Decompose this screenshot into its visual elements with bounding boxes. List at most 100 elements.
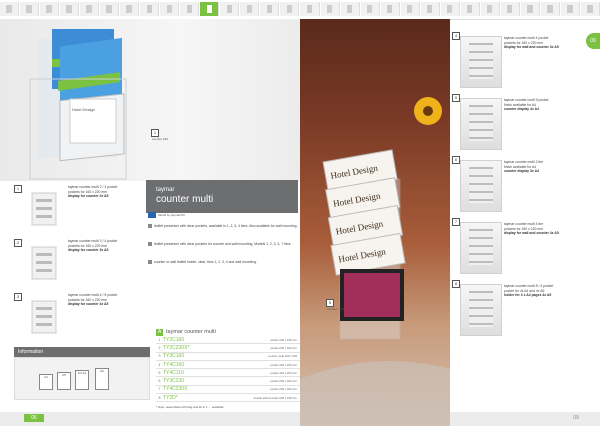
brand-name: taymar bbox=[156, 187, 175, 193]
page-thumbnail[interactable] bbox=[140, 2, 160, 16]
section-tab[interactable]: 09 bbox=[586, 33, 600, 49]
page-thumbnail[interactable] bbox=[220, 2, 240, 16]
table-row[interactable]: 3 TY3C160 counter multi 160 x 220 bbox=[156, 353, 300, 361]
bullet-icon bbox=[148, 242, 152, 246]
bullet-icon bbox=[148, 260, 152, 264]
page-thumbnail[interactable] bbox=[520, 2, 540, 16]
size-a4: A4 bbox=[39, 374, 53, 390]
product-title-block: taymar counter multi bbox=[146, 180, 298, 213]
size-third-a4: 1/3 A4 bbox=[75, 370, 89, 390]
table-row[interactable]: 4 TY4C160 pocket 160 x 220 mm bbox=[156, 361, 300, 370]
page-thumbnail[interactable] bbox=[20, 2, 40, 16]
thumbnail-strip bbox=[0, 0, 600, 20]
page-thumbnail[interactable] bbox=[580, 2, 600, 16]
information-box: A4 A5 1/3 A4 A6 bbox=[14, 357, 150, 400]
size-a6: A6 bbox=[95, 368, 109, 390]
product-image bbox=[460, 98, 502, 150]
item-desc: taymar counter multi 4 pocket pockets fo… bbox=[504, 36, 559, 49]
page-thumbnail[interactable] bbox=[200, 2, 220, 16]
leaflet-display-illustration: Hotel Design bbox=[29, 29, 127, 180]
page-thumbnail[interactable] bbox=[400, 2, 420, 16]
size-a5: A5 bbox=[57, 372, 71, 390]
page-number-right: 09 bbox=[573, 415, 579, 421]
product-item-7[interactable]: 7 taymar counter multi 4 tier pockets fo… bbox=[452, 216, 582, 274]
hero-caption: counter 160 bbox=[152, 137, 168, 141]
table-row[interactable]: 1 TY2C160 pocket 160 x 220 mm bbox=[156, 336, 300, 345]
variant-3[interactable]: 3 taymar counter multi 4 / 5 pocket pock… bbox=[14, 291, 144, 341]
product-image bbox=[460, 160, 502, 212]
variant-badge: 2 bbox=[14, 239, 22, 247]
page-thumbnail[interactable] bbox=[560, 2, 580, 16]
table-row[interactable]: 5 TY4C110 pocket 110 x 220 mm bbox=[156, 369, 300, 378]
variant-desc: taymar counter multi 2 / 3 pocket pocket… bbox=[68, 185, 118, 198]
product-item-8[interactable]: 8 taymar counter multi 8 / 4 pocket pock… bbox=[452, 278, 582, 336]
table-title: taymar counter multi bbox=[166, 329, 216, 335]
page-thumbnail[interactable] bbox=[340, 2, 360, 16]
product-table: A taymar counter multi 1 TY2C160 pocket 16… bbox=[156, 328, 300, 409]
page-thumbnail[interactable] bbox=[380, 2, 400, 16]
center-badge: 5 bbox=[326, 299, 334, 307]
page-thumbnail[interactable] bbox=[60, 2, 80, 16]
page-thumbnail[interactable] bbox=[460, 2, 480, 16]
item-badge: 8 bbox=[452, 280, 460, 288]
logo-icon bbox=[148, 212, 156, 218]
hero-badge: 1 bbox=[151, 129, 159, 137]
table-row[interactable]: 8 TY2D* double sided pocket 160 x 220 mm bbox=[156, 394, 300, 403]
page-thumbnail[interactable] bbox=[280, 2, 300, 16]
item-badge: 7 bbox=[452, 218, 460, 226]
table-header: A taymar counter multi bbox=[156, 328, 300, 336]
variant-1[interactable]: 1 taymar counter multi 2 / 3 pocket pock… bbox=[14, 183, 144, 233]
item-desc: taymar counter multi 8 / 4 pocket pocket… bbox=[504, 284, 554, 297]
paragraph-3: counter or wall leaflet holder, clear, t… bbox=[148, 260, 298, 265]
page-thumbnail[interactable] bbox=[240, 2, 260, 16]
page-thumbnail[interactable] bbox=[260, 2, 280, 16]
page-thumbnail[interactable] bbox=[500, 2, 520, 16]
item-badge: 6 bbox=[452, 156, 460, 164]
page-thumbnail[interactable] bbox=[320, 2, 340, 16]
page-thumbnail[interactable] bbox=[360, 2, 380, 16]
center-caption: counter multi bbox=[327, 307, 345, 311]
product-image bbox=[460, 222, 502, 274]
paragraph-2: leaflet presentoir with clear pockets fo… bbox=[148, 242, 298, 247]
page-thumbnail[interactable] bbox=[480, 2, 500, 16]
page-thumbnail[interactable] bbox=[540, 2, 560, 16]
variant-2[interactable]: 2 taymar counter multi 3 / 4 pocket pock… bbox=[14, 237, 144, 287]
page-thumbnail[interactable] bbox=[300, 2, 320, 16]
item-desc: taymar counter multi 3 tier finish avail… bbox=[504, 160, 544, 173]
product-image bbox=[460, 284, 502, 336]
page-thumbnail[interactable] bbox=[40, 2, 60, 16]
page-thumbnail[interactable] bbox=[180, 2, 200, 16]
hero-photo-center: Hotel Design Hotel Design Hotel Design H… bbox=[300, 19, 450, 426]
variant-desc: taymar counter multi 3 / 4 pocket pocket… bbox=[68, 239, 118, 252]
product-item-6[interactable]: 6 taymar counter multi 3 tier finish ava… bbox=[452, 154, 582, 212]
svg-text:Hotel Design: Hotel Design bbox=[72, 107, 95, 112]
footer-left bbox=[0, 412, 300, 426]
page-thumbnail[interactable] bbox=[0, 2, 20, 16]
product-image bbox=[460, 36, 502, 88]
subtitle: Model by taymar/SV bbox=[158, 213, 186, 217]
page-thumbnail[interactable] bbox=[80, 2, 100, 16]
table-row[interactable]: 6 TY3C230 pocket 230 x 320 mm bbox=[156, 377, 300, 386]
leaflet-holder-icon bbox=[31, 192, 57, 226]
information-header: Information bbox=[14, 347, 150, 357]
page-thumbnail[interactable] bbox=[100, 2, 120, 16]
bullet-icon bbox=[148, 224, 152, 228]
product-item-4[interactable]: 4 taymar counter multi 4 pocket pockets … bbox=[452, 30, 582, 88]
product-name: counter multi bbox=[156, 194, 214, 205]
table-row[interactable]: 7 TY4C230X pocket 230 x 320 mm bbox=[156, 386, 300, 395]
table-row[interactable]: 2 TY2C230X* pocket 230 x 320 mm bbox=[156, 344, 300, 353]
hotel-display-illustration: Hotel Design Hotel Design Hotel Design H… bbox=[300, 97, 450, 426]
leaflet-holder-icon bbox=[31, 246, 57, 280]
leaflet-holder-icon bbox=[31, 300, 57, 334]
page-thumbnail[interactable] bbox=[160, 2, 180, 16]
page-thumbnail[interactable] bbox=[120, 2, 140, 16]
item-desc: taymar counter multi 5 pocket finish ava… bbox=[504, 98, 549, 111]
product-item-5[interactable]: 5 taymar counter multi 5 pocket finish a… bbox=[452, 92, 582, 150]
page-thumbnail[interactable] bbox=[420, 2, 440, 16]
item-badge: 5 bbox=[452, 94, 460, 102]
item-desc: taymar counter multi 4 tier pockets for … bbox=[504, 222, 559, 235]
section-letter: A bbox=[156, 328, 163, 336]
page-thumbnail[interactable] bbox=[440, 2, 460, 16]
variant-badge: 1 bbox=[14, 185, 22, 193]
paragraph-1: leaflet presentoir with clear pockets, a… bbox=[148, 224, 298, 229]
